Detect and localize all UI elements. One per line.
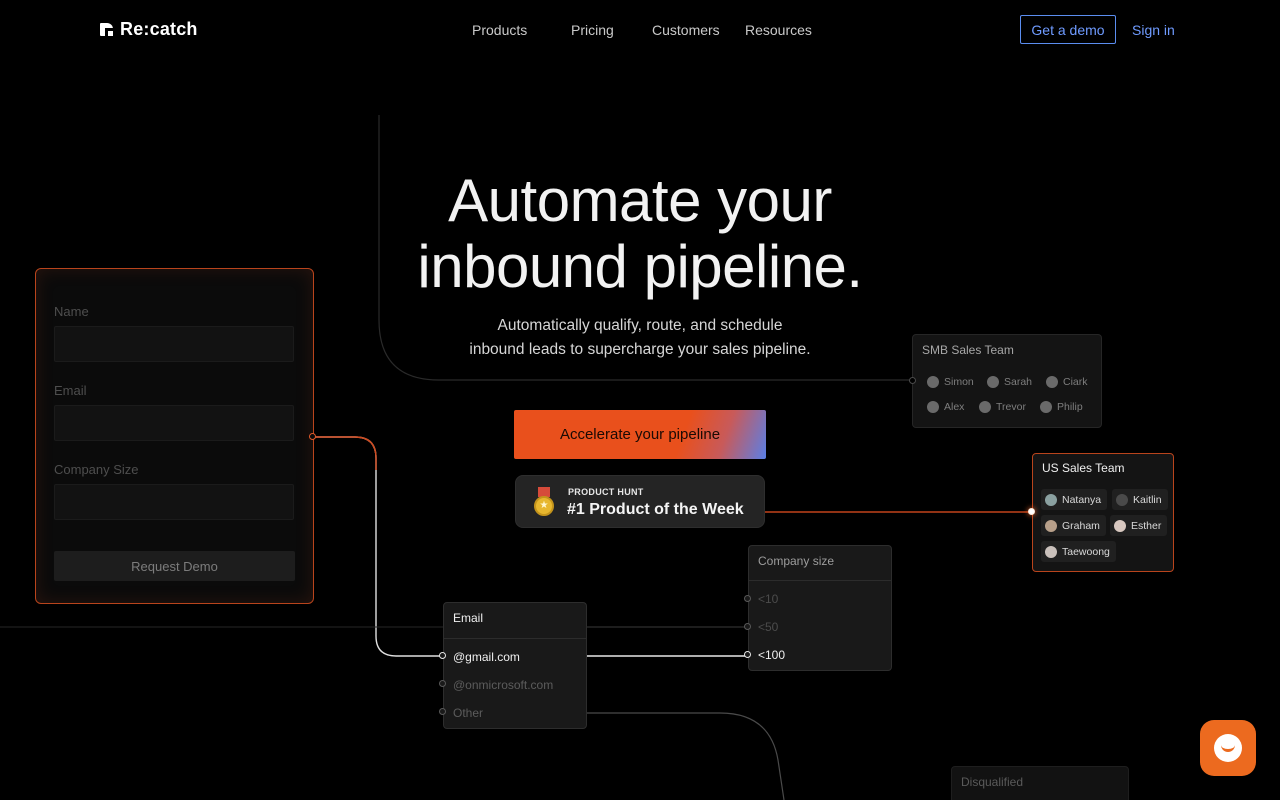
member-name: Esther [1131, 519, 1162, 532]
company-option-lt10: <10 [758, 592, 779, 606]
avatar [1114, 519, 1126, 532]
smb-member-simon: Simon [923, 371, 980, 392]
email-other-port [439, 708, 446, 715]
us-member-kaitlin: Kaitlin [1112, 489, 1168, 510]
top-nav: Re:catch Products Pricing Customers Reso… [0, 0, 1280, 60]
avatar [1045, 519, 1057, 532]
nav-link-pricing[interactable]: Pricing [571, 22, 614, 38]
company-size-node: Company size <10 <50 <100 [748, 545, 892, 671]
member-name: Trevor [996, 400, 1026, 413]
member-name: Simon [944, 375, 974, 388]
email-node-title: Email [453, 611, 484, 625]
smb-member-philip: Philip [1036, 396, 1089, 417]
smb-member-ciark: Ciark [1042, 371, 1094, 392]
company-size-node-title: Company size [758, 554, 835, 568]
company-size-field[interactable] [54, 484, 294, 520]
hero-title-line1: Automate your [448, 167, 832, 234]
chat-widget-button[interactable] [1200, 720, 1256, 776]
brand-logo[interactable]: Re:catch [100, 19, 198, 40]
avatar [1040, 400, 1052, 413]
request-demo-button[interactable]: Request Demo [54, 551, 295, 581]
us-team-title: US Sales Team [1042, 461, 1125, 475]
name-label: Name [54, 304, 89, 319]
smb-member-alex: Alex [923, 396, 970, 417]
product-hunt-title: #1 Product of the Week [567, 501, 744, 518]
member-name: Taewoong [1062, 545, 1110, 558]
get-demo-button[interactable]: Get a demo [1020, 15, 1116, 44]
disqualified-title: Disqualified [961, 775, 1024, 789]
avatar [1045, 493, 1057, 506]
us-team-port [1028, 508, 1035, 515]
email-option-onmicrosoft: @onmicrosoft.com [453, 678, 554, 692]
hero-subtitle: Automatically qualify, route, and schedu… [440, 314, 840, 362]
email-option-other: Other [453, 706, 484, 720]
logo-icon [100, 22, 114, 37]
member-name: Alex [944, 400, 965, 413]
hero-subtitle-line2: inbound leads to supercharge your sales … [469, 341, 811, 358]
company-lt10-port [744, 595, 751, 602]
us-member-graham: Graham [1041, 515, 1106, 536]
email-field[interactable] [54, 405, 294, 441]
member-name: Ciark [1063, 375, 1088, 388]
medal-icon: ★ [534, 487, 554, 517]
us-member-taewoong: Taewoong [1041, 541, 1116, 562]
avatar [979, 400, 991, 413]
email-option-gmail: @gmail.com [453, 650, 520, 664]
company-lt50-port [744, 623, 751, 630]
form-output-port [309, 433, 316, 440]
us-sales-team-node: US Sales Team Natanya Kaitlin Graham Est… [1032, 453, 1174, 572]
member-name: Natanya [1062, 493, 1102, 506]
demo-form-card: Name Email Company Size Request Demo [35, 268, 314, 604]
accelerate-pipeline-button[interactable]: Accelerate your pipeline [514, 410, 766, 459]
smb-sales-team-node: SMB Sales Team Simon Sarah Ciark Alex Tr… [912, 334, 1102, 428]
email-gmail-port [439, 652, 446, 659]
brand-name: Re:catch [120, 19, 198, 39]
company-option-lt50: <50 [758, 620, 779, 634]
avatar [1116, 493, 1128, 506]
us-member-natanya: Natanya [1041, 489, 1108, 510]
company-option-lt100: <100 [758, 648, 786, 662]
email-node: Email @gmail.com @onmicrosoft.com Other [443, 602, 587, 729]
member-name: Philip [1057, 400, 1083, 413]
disqualified-node: Disqualified [951, 766, 1129, 800]
company-size-label: Company Size [54, 462, 139, 477]
smb-team-title: SMB Sales Team [922, 343, 1014, 357]
smb-member-sarah: Sarah [983, 371, 1038, 392]
sign-in-link[interactable]: Sign in [1132, 22, 1175, 38]
smb-member-trevor: Trevor [975, 396, 1032, 417]
nav-link-products[interactable]: Products [472, 22, 527, 38]
avatar [1045, 545, 1057, 558]
smb-team-port [909, 377, 916, 384]
chat-icon [1214, 734, 1242, 762]
us-member-esther: Esther [1110, 515, 1168, 536]
nav-link-resources[interactable]: Resources [745, 22, 812, 38]
company-lt100-port [744, 651, 751, 658]
product-hunt-badge[interactable]: ★ PRODUCT HUNT #1 Product of the Week [515, 475, 765, 528]
email-label: Email [54, 383, 87, 398]
avatar [1046, 375, 1058, 388]
product-hunt-kicker: PRODUCT HUNT [568, 487, 644, 497]
hero-title-line2: inbound pipeline. [417, 233, 863, 300]
email-onmicrosoft-port [439, 680, 446, 687]
avatar [927, 400, 939, 413]
member-name: Sarah [1004, 375, 1033, 388]
member-name: Graham [1062, 519, 1100, 532]
hero-title: Automate your inbound pipeline. [340, 168, 940, 300]
nav-link-customers[interactable]: Customers [652, 22, 720, 38]
name-field[interactable] [54, 326, 294, 362]
member-name: Kaitlin [1133, 493, 1162, 506]
avatar [927, 375, 939, 388]
avatar [987, 375, 999, 388]
hero-subtitle-line1: Automatically qualify, route, and schedu… [497, 317, 783, 334]
